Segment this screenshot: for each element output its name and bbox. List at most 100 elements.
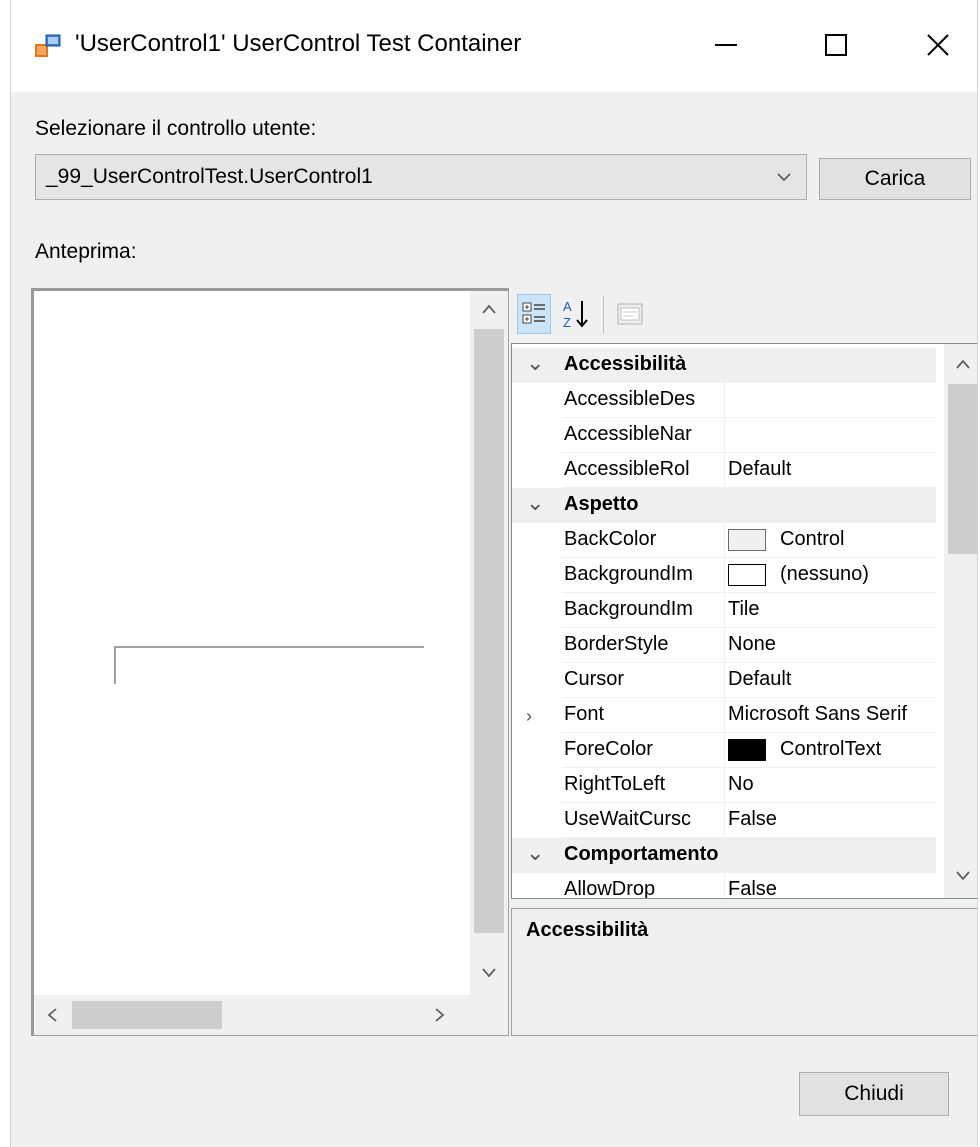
preview-horizontal-thumb[interactable] <box>72 1001 222 1029</box>
category-name: Aspetto <box>564 493 639 515</box>
property-value-text: Default <box>728 458 792 480</box>
collapse-chevron-icon[interactable]: ⌄ <box>526 490 544 516</box>
column-separator <box>724 873 725 898</box>
column-separator <box>724 558 725 593</box>
title-bar[interactable]: 'UserControl1' UserControl Test Containe… <box>11 0 977 92</box>
usercontrol-border-top <box>114 646 424 648</box>
property-category[interactable]: ⌄ Aspetto <box>512 488 936 523</box>
property-grid-scrollbar[interactable] <box>944 344 977 898</box>
load-button[interactable]: Carica <box>819 158 971 200</box>
scroll-down-icon[interactable] <box>481 967 497 979</box>
scroll-down-icon[interactable] <box>955 870 971 882</box>
alphabetical-button[interactable]: A Z <box>559 294 593 334</box>
property-value-text: Control <box>780 528 845 550</box>
preview-horizontal-scrollbar[interactable] <box>34 995 470 1035</box>
combobox-value: _99_UserControlTest.UserControl1 <box>46 165 373 188</box>
property-name: AccessibleNar <box>564 423 692 445</box>
chevron-down-icon[interactable] <box>776 170 792 184</box>
usercontrol-combobox[interactable]: _99_UserControlTest.UserControl1 <box>35 154 807 200</box>
sort-alphabetical-icon: A Z <box>563 299 588 330</box>
close-dialog-button[interactable]: Chiudi <box>799 1072 949 1116</box>
category-name: Accessibilità <box>564 353 687 375</box>
property-value[interactable]: Default <box>728 668 936 691</box>
property-row[interactable]: AllowDrop False <box>512 873 936 899</box>
color-swatch <box>728 528 766 551</box>
property-value[interactable]: False <box>728 808 936 831</box>
toolbar-separator <box>603 296 604 334</box>
property-description-panel: Accessibilità <box>511 908 977 1036</box>
property-value[interactable]: None <box>728 633 936 656</box>
svg-text:A: A <box>563 299 572 314</box>
property-row[interactable]: AccessibleDes <box>512 383 936 418</box>
property-row[interactable]: UseWaitCursc False <box>512 803 936 838</box>
close-button[interactable] <box>903 20 973 70</box>
property-name: AccessibleRol <box>564 458 690 480</box>
property-value[interactable]: Control <box>728 528 936 551</box>
property-grid-scroll-thumb[interactable] <box>948 384 977 554</box>
property-value[interactable]: No <box>728 773 936 796</box>
column-separator <box>724 698 725 733</box>
minimize-icon <box>715 44 737 46</box>
property-value[interactable]: Microsoft Sans Serif <box>728 703 936 726</box>
scroll-left-icon[interactable] <box>46 1007 58 1023</box>
property-name: BackgroundIm <box>564 563 693 585</box>
property-name: Font <box>564 703 605 725</box>
property-row[interactable]: ForeColor ControlText <box>512 733 936 768</box>
property-row[interactable]: Cursor Default <box>512 663 936 698</box>
property-row[interactable]: BackgroundIm (nessuno) <box>512 558 936 593</box>
property-category[interactable]: ⌄ Comportamento <box>512 838 936 873</box>
property-pages-icon <box>617 303 643 325</box>
property-value[interactable]: (nessuno) <box>728 563 936 586</box>
preview-label: Anteprima: <box>35 240 137 263</box>
expand-chevron-icon[interactable]: › <box>526 706 532 727</box>
property-value[interactable]: ControlText <box>728 738 936 761</box>
property-row[interactable]: BorderStyle None <box>512 628 936 663</box>
property-pages-button[interactable] <box>613 294 647 334</box>
color-swatch <box>728 738 766 761</box>
property-name: ForeColor <box>564 738 653 760</box>
property-row[interactable]: AccessibleRol Default <box>512 453 936 488</box>
property-value[interactable]: Tile <box>728 598 936 621</box>
property-name: BackgroundIm <box>564 598 693 620</box>
column-separator <box>724 593 725 628</box>
selector-label: Selezionare il controllo utente: <box>35 117 317 140</box>
preview-vertical-thumb[interactable] <box>474 329 504 933</box>
property-row[interactable]: RightToLeft No <box>512 768 936 803</box>
maximize-button[interactable] <box>801 20 871 70</box>
scroll-up-icon[interactable] <box>481 303 497 315</box>
preview-panel[interactable] <box>31 288 509 1036</box>
collapse-chevron-icon[interactable]: ⌄ <box>526 350 544 376</box>
usercontrol-border-left <box>114 646 116 684</box>
scroll-up-icon[interactable] <box>955 358 971 370</box>
description-title: Accessibilità <box>526 919 649 941</box>
property-grid-toolbar: A Z <box>515 290 975 340</box>
property-row[interactable]: › Font Microsoft Sans Serif <box>512 698 936 733</box>
property-row[interactable]: BackColor Control <box>512 523 936 558</box>
property-value[interactable]: Default <box>728 458 936 481</box>
property-name: AllowDrop <box>564 878 656 899</box>
property-name: RightToLeft <box>564 773 666 795</box>
column-separator <box>724 768 725 803</box>
property-row[interactable]: BackgroundIm Tile <box>512 593 936 628</box>
preview-vertical-scrollbar[interactable] <box>470 291 508 995</box>
property-value[interactable]: False <box>728 878 936 899</box>
collapse-chevron-icon[interactable]: ⌄ <box>526 840 544 866</box>
test-container-window: 'UserControl1' UserControl Test Containe… <box>10 0 978 1147</box>
minimize-button[interactable] <box>691 20 761 70</box>
property-value-text: False <box>728 878 777 899</box>
property-name: UseWaitCursc <box>564 808 692 830</box>
categorized-icon <box>522 302 545 324</box>
column-separator <box>724 383 725 418</box>
maximize-icon <box>825 34 847 56</box>
column-separator <box>724 733 725 768</box>
scroll-right-icon[interactable] <box>434 1007 446 1023</box>
property-value-text: Microsoft Sans Serif <box>728 703 907 725</box>
property-category[interactable]: ⌄ Accessibilità <box>512 348 936 383</box>
property-grid[interactable]: ⌄ Accessibilità AccessibleDes AccessibleNar… <box>511 343 977 899</box>
property-row[interactable]: AccessibleNar <box>512 418 936 453</box>
property-value-text: ControlText <box>780 738 882 760</box>
property-name: BorderStyle <box>564 633 669 655</box>
property-name: BackColor <box>564 528 657 550</box>
categorized-button[interactable] <box>517 294 551 334</box>
column-separator <box>724 418 725 453</box>
